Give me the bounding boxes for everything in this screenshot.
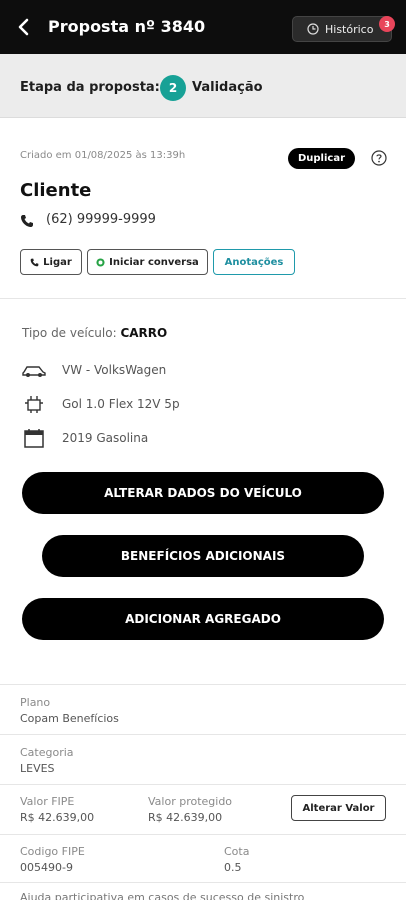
phone-icon: [21, 215, 33, 227]
fipe-value: R$ 42.639,00: [20, 811, 95, 824]
created-timestamp: Criado em 01/08/2025 às 13:39h: [20, 150, 186, 161]
calendar-icon: [24, 429, 44, 448]
plan-value: Copam Benefícios: [20, 712, 119, 725]
proposal-stage-bar: Etapa da proposta: 2 Validação: [0, 54, 406, 118]
alter-vehicle-button[interactable]: ALTERAR DADOS DO VEÍCULO: [22, 472, 384, 514]
phone-icon: [30, 258, 39, 266]
fipe-code-label: Codigo FIPE: [20, 845, 85, 858]
fipe-code-value: 005490-9: [20, 861, 73, 874]
participation-note: Ajuda participativa em casos de sucesso …: [20, 891, 305, 900]
call-label: Ligar: [43, 256, 72, 268]
quota-label: Cota: [224, 845, 250, 858]
section-divider: [0, 684, 406, 685]
call-button[interactable]: Ligar: [20, 249, 82, 275]
section-divider: [0, 784, 406, 785]
vehicle-model-row: Gol 1.0 Flex 12V 5p: [22, 394, 362, 416]
vehicle-year-row: 2019 Gasolina: [22, 428, 362, 450]
fipe-value-label: Valor FIPE: [20, 795, 75, 808]
engine-icon: [25, 396, 43, 413]
add-aggregate-button[interactable]: ADICIONAR AGREGADO: [22, 598, 384, 640]
vehicle-year: 2019 Gasolina: [62, 431, 149, 445]
client-phone: (62) 99999-9999: [46, 212, 156, 227]
quota-value: 0.5: [224, 861, 242, 874]
vehicle-type-value: CARRO: [120, 326, 168, 340]
car-icon: [22, 366, 46, 377]
protected-value-label: Valor protegido: [148, 795, 233, 808]
client-name: Cliente: [20, 180, 92, 201]
clock-icon: [307, 23, 319, 35]
start-chat-label: Iniciar conversa: [109, 256, 199, 268]
history-button[interactable]: Histórico: [292, 16, 392, 42]
vehicle-brand-row: VW - VolksWagen: [22, 360, 362, 382]
vehicle-type: Tipo de veículo: CARRO: [22, 326, 167, 340]
category-label: Categoria: [20, 746, 74, 759]
history-count-badge: 3: [379, 16, 395, 32]
alter-value-button[interactable]: Alterar Valor: [291, 795, 386, 821]
stage-name: Validação: [192, 80, 263, 95]
section-divider: [0, 834, 406, 835]
protected-value: R$ 42.639,00: [148, 811, 223, 824]
back-arrow-icon[interactable]: [14, 17, 34, 37]
vehicle-model: Gol 1.0 Flex 12V 5p: [62, 397, 180, 411]
history-label: Histórico: [325, 22, 374, 36]
help-icon[interactable]: [371, 150, 387, 166]
plan-label: Plano: [20, 696, 51, 709]
whatsapp-icon: [96, 257, 105, 267]
start-chat-button[interactable]: Iniciar conversa: [87, 249, 208, 275]
section-divider: [0, 882, 406, 883]
section-divider: [0, 734, 406, 735]
vehicle-brand: VW - VolksWagen: [62, 363, 167, 377]
notes-button[interactable]: Anotações: [213, 249, 295, 275]
section-divider: [0, 298, 406, 299]
additional-benefits-button[interactable]: BENEFÍCIOS ADICIONAIS: [42, 535, 364, 577]
stage-label: Etapa da proposta:: [20, 80, 160, 95]
duplicate-button[interactable]: Duplicar: [288, 148, 355, 169]
stage-number-badge: 2: [160, 75, 186, 101]
vehicle-type-label: Tipo de veículo:: [22, 326, 117, 340]
page-title: Proposta nº 3840: [48, 17, 206, 36]
category-value: LEVES: [20, 762, 55, 775]
app-header: Proposta nº 3840 Histórico 3: [0, 0, 406, 54]
